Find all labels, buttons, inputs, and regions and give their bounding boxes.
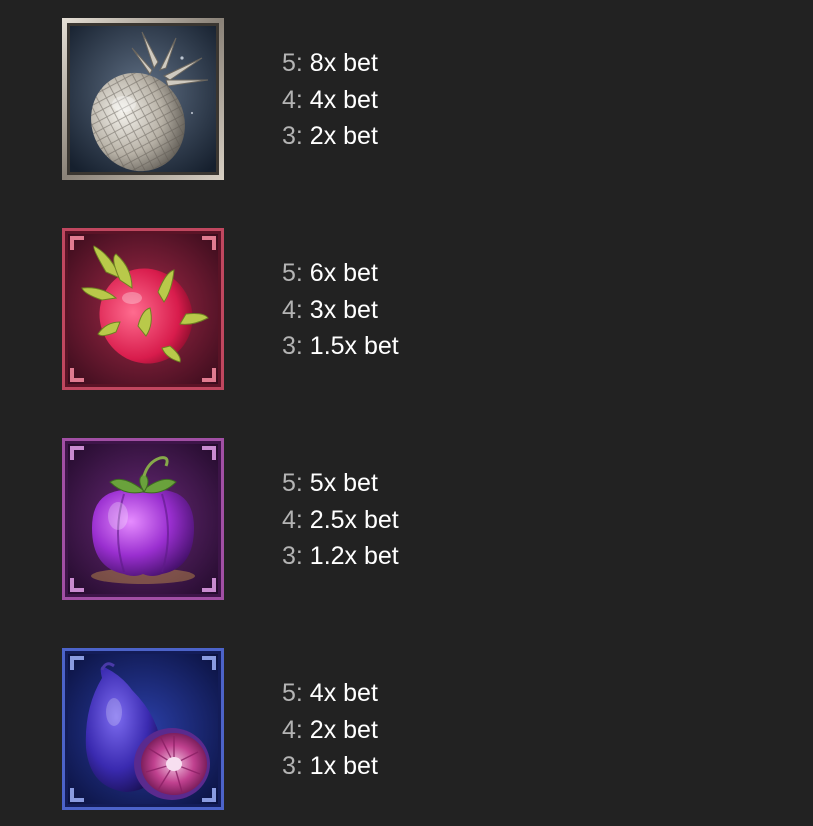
payout-line: 4: 3x bet (282, 292, 542, 329)
symbol-count: 4: (282, 505, 310, 534)
payout-line: 5: 4x bet (282, 675, 542, 712)
symbol-tile-pineapple (62, 18, 224, 180)
paytable-row-fig: 5: 4x bet 4: 2x bet 3: 1x bet (0, 648, 813, 812)
payout-line: 4: 2x bet (282, 712, 542, 749)
symbol-count: 4: (282, 85, 310, 114)
dragon-fruit-icon (62, 228, 224, 390)
paytable-row-mangosteen: 5: 5x bet 4: 2.5x bet 3: 1.2x bet (0, 438, 813, 602)
payout-value: 1.5x bet (309, 332, 399, 360)
symbol-count: 3: (282, 332, 310, 360)
symbol-count: 3: (282, 122, 310, 150)
payout-list-mangosteen: 5: 5x bet 4: 2.5x bet 3: 1.2x bet (282, 465, 542, 575)
symbol-count: 3: (282, 542, 310, 570)
payout-value: 2.5x bet (309, 505, 399, 534)
symbol-tile-dragon-fruit (62, 228, 224, 390)
payout-line: 5: 6x bet (282, 255, 542, 292)
payout-value: 4x bet (309, 85, 378, 114)
payout-list-dragon-fruit: 5: 6x bet 4: 3x bet 3: 1.5x bet (282, 255, 542, 365)
symbol-count: 5: (282, 469, 310, 497)
symbol-count: 3: (282, 752, 310, 780)
payout-line: 3: 2x bet (282, 118, 542, 155)
payout-value: 2x bet (309, 715, 378, 744)
pineapple-icon (62, 18, 224, 180)
symbol-count: 5: (282, 679, 310, 707)
paytable-row-dragon-fruit: 5: 6x bet 4: 3x bet 3: 1.5x bet (0, 228, 813, 392)
payout-list-fig: 5: 4x bet 4: 2x bet 3: 1x bet (282, 675, 542, 785)
payout-value: 8x bet (309, 49, 378, 77)
payout-line: 5: 5x bet (282, 465, 542, 502)
payout-line: 3: 1.2x bet (282, 538, 542, 575)
payout-line: 5: 8x bet (282, 45, 542, 82)
symbol-count: 4: (282, 715, 310, 744)
payout-value: 5x bet (309, 469, 378, 497)
payout-value: 2x bet (309, 122, 378, 150)
mangosteen-icon (62, 438, 224, 600)
payout-value: 1.2x bet (309, 542, 399, 570)
payout-value: 4x bet (309, 679, 378, 707)
symbol-count: 5: (282, 49, 310, 77)
payout-value: 3x bet (309, 295, 378, 324)
payout-line: 3: 1.5x bet (282, 328, 542, 365)
symbol-count: 4: (282, 295, 310, 324)
fig-icon (62, 648, 224, 810)
payout-line: 4: 4x bet (282, 82, 542, 119)
paytable-row-pineapple: 5: 8x bet 4: 4x bet 3: 2x bet (0, 18, 813, 182)
symbol-tile-mangosteen (62, 438, 224, 600)
payout-line: 3: 1x bet (282, 748, 542, 785)
payout-line: 4: 2.5x bet (282, 502, 542, 539)
payout-list-pineapple: 5: 8x bet 4: 4x bet 3: 2x bet (282, 45, 542, 155)
symbol-count: 5: (282, 259, 310, 287)
symbol-tile-fig (62, 648, 224, 810)
payout-value: 1x bet (309, 752, 378, 780)
payout-value: 6x bet (309, 259, 378, 287)
